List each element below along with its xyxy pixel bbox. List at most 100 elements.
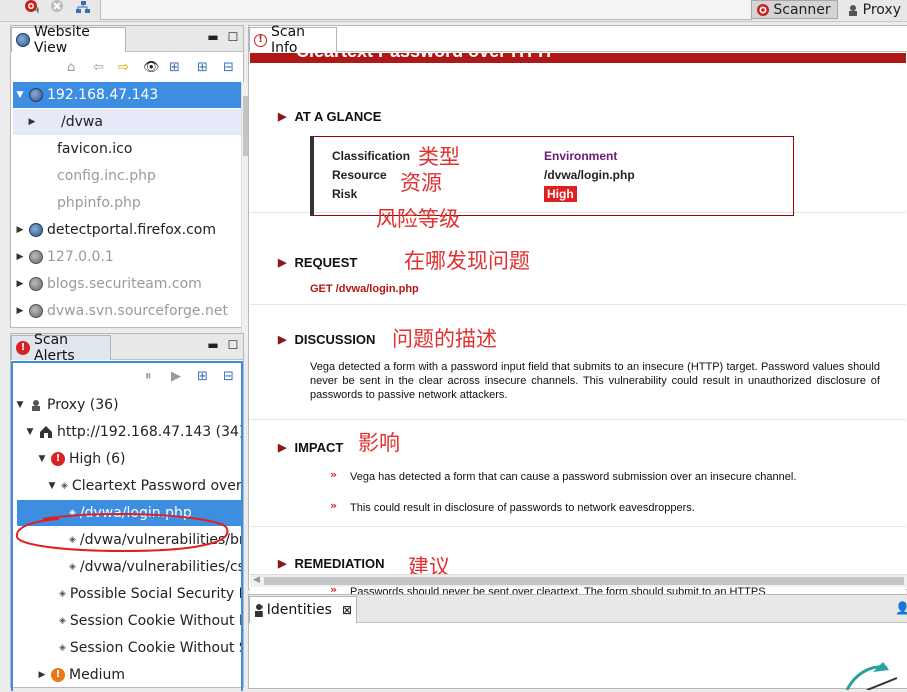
alert-node-host[interactable]: ▼ http://192.168.47.143 (34) <box>13 419 241 445</box>
website-view-panel: Website View ▬ ☐ ⌂ ⇦ ⇨ 👁 ⊞ ⊞ ⊟ ▼ 192.168… <box>10 24 253 352</box>
minimize-icon[interactable]: ▬ <box>207 338 219 352</box>
tab-scan-info[interactable]: ! Scan Info <box>249 24 337 56</box>
new-scan-icon[interactable]: + <box>22 0 40 14</box>
perspective-scanner-button[interactable]: Scanner <box>751 0 838 19</box>
alert-node-cookie-httponly[interactable]: ◈ Session Cookie Without H <box>13 608 241 634</box>
request-value[interactable]: GET /dvwa/login.php <box>310 283 419 295</box>
tree-node-label: detectportal.firefox.com <box>47 222 216 238</box>
tab-website-view-label: Website View <box>34 24 90 56</box>
tree-node-label: blogs.securiteam.com <box>47 276 202 292</box>
scan-info-panel: ! Scan Info Cleartext Password over HTTP… <box>248 24 907 601</box>
eye-icon[interactable]: 👁 <box>143 60 160 75</box>
tab-website-view[interactable]: Website View <box>11 24 126 56</box>
proxy-icon <box>32 400 40 411</box>
alert-item-icon: ◈ <box>59 589 66 599</box>
resource-value: /dvwa/login.php <box>544 168 635 182</box>
scroll-left-icon[interactable]: ◀ <box>253 575 260 585</box>
section-impact: ▶ IMPACT 影响 » Vega has detected a form t… <box>250 425 906 527</box>
risk-badge: High <box>544 186 577 202</box>
proxy-icon <box>848 4 857 16</box>
users-icon <box>255 604 263 617</box>
risk-label: Risk <box>332 187 358 201</box>
tree-node-config[interactable]: config.inc.php <box>13 163 156 189</box>
alert-icon: ! <box>16 341 30 355</box>
discussion-heading: DISCUSSION <box>294 332 376 347</box>
alert-node-label: Session Cookie Without H <box>69 613 241 629</box>
section-request: ▶ REQUEST GET /dvwa/login.php 在哪发现问题 <box>250 235 906 305</box>
alert-node-proxy[interactable]: ▼ Proxy (36) <box>13 392 119 418</box>
tab-identities-label: Identities <box>266 602 332 618</box>
tree-icon[interactable]: ⊞ <box>169 60 180 75</box>
scan-info-content: Cleartext Password over HTTP ▶ AT A GLAN… <box>250 53 906 601</box>
scrollbar-thumb[interactable] <box>264 577 904 585</box>
classification-label: Classification <box>332 149 411 163</box>
annotation-risk: 风险等级 <box>376 207 460 231</box>
at-a-glance-heading: AT A GLANCE <box>294 109 382 124</box>
forward-arrow-icon[interactable]: ⇨ <box>118 60 129 75</box>
alert-item-icon: ◈ <box>59 643 66 653</box>
alert-item-icon: ◈ <box>69 562 76 572</box>
scan-alerts-body: ⏸ ▶ ⊞ ⊟ ▼ Proxy (36) ▼ http://192.168.47… <box>11 361 243 691</box>
stop-icon[interactable] <box>48 0 66 14</box>
section-heading: ▶ DISCUSSION <box>278 332 375 347</box>
close-tab-icon[interactable]: ⊠ <box>342 603 352 617</box>
perspective-scanner-label: Scanner <box>773 1 831 18</box>
collapse-all-icon[interactable]: ⊟ <box>223 369 234 384</box>
tree-node-label: 127.0.0.1 <box>47 249 114 265</box>
scan-info-tabstrip: ! Scan Info <box>249 24 907 56</box>
maximize-icon[interactable]: ☐ <box>227 30 239 44</box>
tree-node-label: /dvwa <box>61 114 103 130</box>
network-icon[interactable] <box>74 0 92 14</box>
tree-node-favicon[interactable]: favicon.ico <box>13 136 132 162</box>
alert-node-high[interactable]: ▼! High (6) <box>13 446 126 472</box>
perspective-proxy-label: Proxy <box>862 1 901 18</box>
back-arrow-icon[interactable]: ⇦ <box>93 60 104 75</box>
scan-info-hscrollbar[interactable]: ◀ <box>250 574 907 587</box>
globe-icon <box>29 304 43 318</box>
resource-label: Resource <box>332 168 387 182</box>
home-icon[interactable]: ⌂ <box>67 60 75 75</box>
remediation-heading: REMEDIATION <box>294 556 385 571</box>
alert-node-medium[interactable]: ▶! Medium <box>13 662 125 688</box>
impact-item: Vega has detected a form that can cause … <box>350 471 797 483</box>
tree-node-detectportal[interactable]: ▶ detectportal.firefox.com <box>13 217 216 243</box>
alert-node-label: http://192.168.47.143 (34) <box>57 424 241 440</box>
report-title-bar: Cleartext Password over HTTP <box>250 53 906 63</box>
tree-node-dvwa[interactable]: ▶ /dvwa <box>13 109 241 135</box>
tree-node-localhost[interactable]: ▶ 127.0.0.1 <box>13 244 114 270</box>
svg-text:+: + <box>34 6 39 14</box>
bullet-icon: » <box>330 468 338 481</box>
tree-node-sourceforge[interactable]: ▶ dvwa.svn.sourceforge.net <box>13 298 228 324</box>
handdrawn-highlight <box>15 512 229 553</box>
perspective-proxy-button[interactable]: Proxy <box>842 0 907 19</box>
alert-node-ssn[interactable]: ◈ Possible Social Security N <box>13 581 241 607</box>
alert-node-cookie-secure[interactable]: ◈ Session Cookie Without Se <box>13 635 241 661</box>
globe-icon <box>29 88 43 102</box>
high-severity-icon: ! <box>51 452 65 466</box>
maximize-icon[interactable]: ☐ <box>227 338 239 352</box>
house-icon <box>40 426 52 438</box>
tree-node-host[interactable]: ▼ 192.168.47.143 <box>13 82 241 108</box>
alert-node-cleartext[interactable]: ▼ ◈ Cleartext Password over H <box>13 473 241 499</box>
tab-scan-alerts[interactable]: ! Scan Alerts <box>11 332 111 364</box>
expand-all-icon[interactable]: ⊞ <box>197 369 208 384</box>
tab-scan-alerts-label: Scan Alerts <box>34 332 75 364</box>
expand-all-icon[interactable]: ⊞ <box>197 60 208 75</box>
main-toolbar: + Scanner Proxy <box>0 0 907 22</box>
info-icon: ! <box>254 33 267 47</box>
website-view-tabstrip: Website View ▬ ☐ <box>11 24 243 56</box>
tree-node-phpinfo[interactable]: phpinfo.php <box>13 190 141 216</box>
minimize-icon[interactable]: ▬ <box>207 30 219 44</box>
pause-icon[interactable]: ⏸ <box>145 369 152 384</box>
alert-item-icon: ◈ <box>59 616 66 626</box>
collapse-all-icon[interactable]: ⊟ <box>223 60 234 75</box>
tree-node-securiteam[interactable]: ▶ blogs.securiteam.com <box>13 271 202 297</box>
alert-item-icon: ◈ <box>61 481 68 491</box>
identities-tabstrip: Identities ⊠ 👤 <box>249 595 907 623</box>
alert-node-label: Session Cookie Without Se <box>69 640 241 656</box>
tab-identities[interactable]: Identities ⊠ <box>249 596 357 623</box>
play-icon[interactable]: ▶ <box>171 369 181 384</box>
tree-node-label: config.inc.php <box>57 168 156 184</box>
proxy-icon[interactable]: 👤 <box>895 601 907 615</box>
website-view-toolbar: ⌂ ⇦ ⇨ 👁 ⊞ ⊞ ⊟ <box>11 54 243 80</box>
